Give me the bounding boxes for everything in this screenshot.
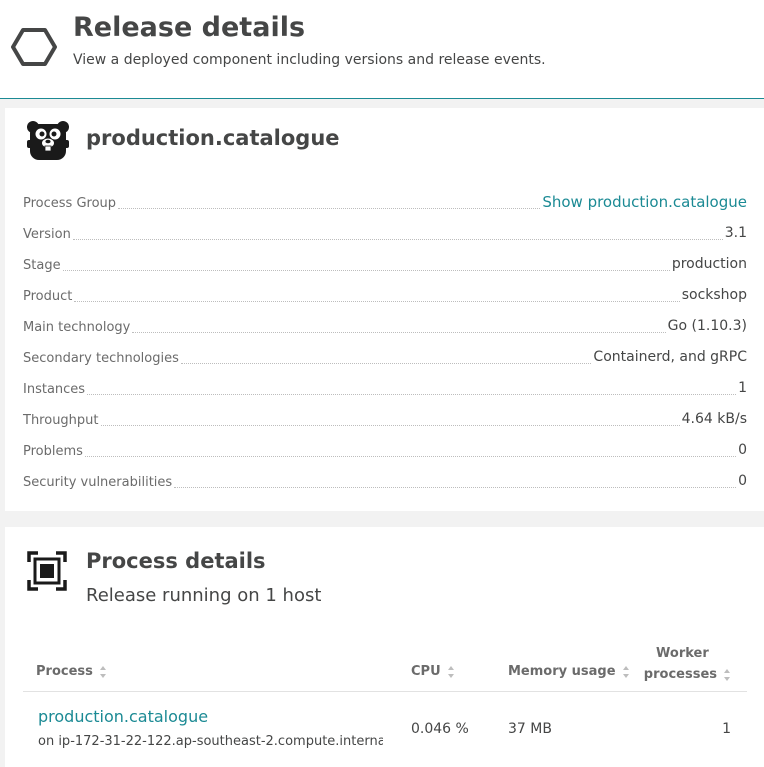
component-title: production.catalogue <box>86 126 340 150</box>
show-process-group-link[interactable]: Show production.catalogue <box>540 192 747 216</box>
property-row-secondary-technologies: Secondary technologies Containerd, and g… <box>23 340 747 371</box>
process-details-subtitle: Release running on 1 host <box>86 585 322 606</box>
column-header-process[interactable]: Process <box>36 664 107 679</box>
property-key: Throughput <box>23 412 101 433</box>
process-details-card: Process details Release running on 1 hos… <box>5 527 764 767</box>
component-card: production.catalogue Process Group Show … <box>5 108 764 511</box>
property-value: 0 <box>738 442 747 458</box>
property-row-security-vulnerabilities: Security vulnerabilities 0 <box>23 464 747 495</box>
property-value: 3.1 <box>724 225 747 241</box>
sort-icon <box>724 668 731 681</box>
column-header-cpu[interactable]: CPU <box>411 664 455 679</box>
process-host: on ip-172-31-22-122.ap-southeast-2.compu… <box>38 734 383 749</box>
property-row-process-group: Process Group Show production.catalogue <box>23 185 747 216</box>
hexagon-icon <box>11 28 57 66</box>
property-row-problems: Problems 0 <box>23 433 747 464</box>
process-table: Process CPU Memory usage Worker processe… <box>23 635 747 762</box>
column-header-memory[interactable]: Memory usage <box>508 664 630 679</box>
table-header: Process CPU Memory usage Worker processe… <box>23 635 747 692</box>
property-list: Process Group Show production.catalogue … <box>23 185 747 495</box>
property-value: sockshop <box>681 287 747 303</box>
property-key: Secondary technologies <box>23 350 181 371</box>
sort-icon <box>447 665 455 678</box>
property-key: Problems <box>23 443 85 464</box>
property-row-stage: Stage production <box>23 247 747 278</box>
worker-processes-value: 1 <box>722 721 731 737</box>
process-icon <box>27 551 67 591</box>
sort-icon <box>99 665 107 678</box>
property-key: Security vulnerabilities <box>23 474 175 495</box>
property-key: Instances <box>23 381 88 402</box>
page-subtitle: View a deployed component including vers… <box>73 52 546 68</box>
property-row-version: Version 3.1 <box>23 216 747 247</box>
property-key: Version <box>23 226 73 247</box>
page-header: Release details View a deployed componen… <box>0 0 764 99</box>
property-value: 0 <box>738 473 747 489</box>
property-value: Go (1.10.3) <box>667 318 747 334</box>
memory-value: 37 MB <box>508 721 552 737</box>
sort-icon <box>622 665 630 678</box>
property-row-main-technology: Main technology Go (1.10.3) <box>23 309 747 340</box>
property-row-instances: Instances 1 <box>23 371 747 402</box>
property-key: Product <box>23 288 75 309</box>
property-row-throughput: Throughput 4.64 kB/s <box>23 402 747 433</box>
process-details-title: Process details <box>86 549 266 573</box>
property-value: Containerd, and gRPC <box>593 349 747 365</box>
column-header-worker-processes[interactable]: Worker processes <box>644 643 731 685</box>
property-key: Stage <box>23 257 63 278</box>
table-row: production.catalogue on ip-172-31-22-122… <box>23 692 747 762</box>
page-title: Release details <box>73 12 306 43</box>
property-value: 4.64 kB/s <box>681 411 747 427</box>
go-gopher-icon <box>27 121 69 160</box>
property-value: production <box>671 256 747 272</box>
property-key: Main technology <box>23 319 133 340</box>
property-key: Process Group <box>23 195 119 216</box>
cpu-value: 0.046 % <box>411 721 469 737</box>
process-link[interactable]: production.catalogue <box>38 707 208 726</box>
property-row-product: Product sockshop <box>23 278 747 309</box>
property-value: 1 <box>738 380 747 396</box>
